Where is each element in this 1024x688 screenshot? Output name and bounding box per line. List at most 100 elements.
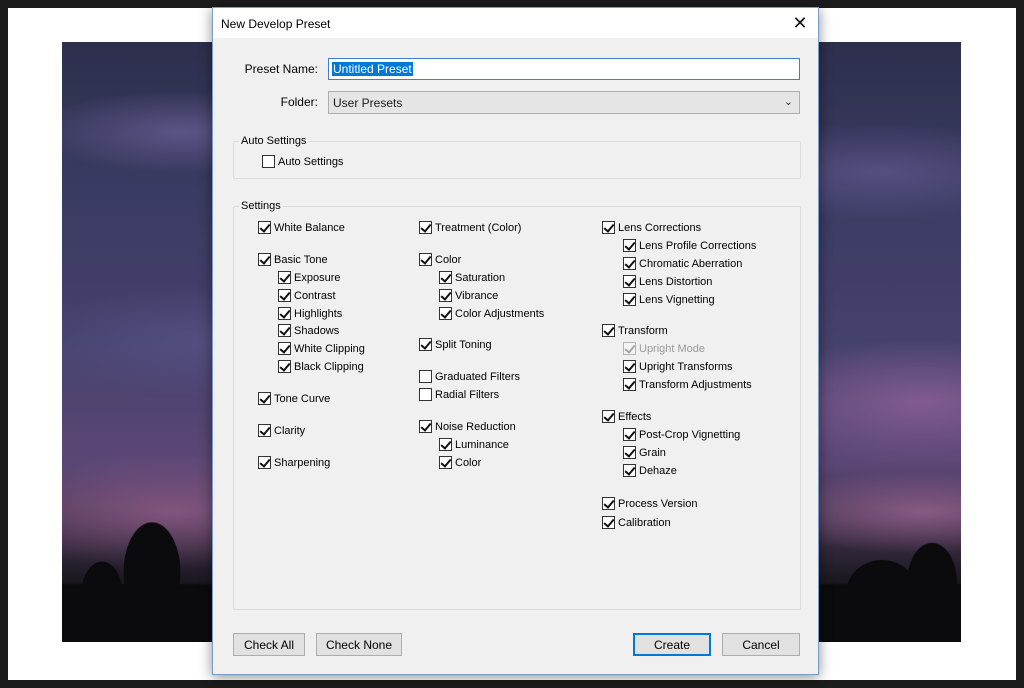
checkbox-highlights[interactable]: Highlights: [278, 307, 342, 320]
preset-name-input[interactable]: Untitled Preset: [328, 58, 800, 80]
checkbox-box: [623, 342, 636, 355]
checkbox-radial-filters[interactable]: Radial Filters: [419, 388, 499, 401]
checkbox-lens-distortion[interactable]: Lens Distortion: [623, 275, 712, 288]
checkbox-color[interactable]: Color: [439, 456, 481, 469]
folder-value: User Presets: [333, 96, 403, 110]
checkbox-noise-reduction[interactable]: Noise Reduction: [419, 420, 516, 433]
checkbox-saturation[interactable]: Saturation: [439, 271, 505, 284]
checkbox-label: White Balance: [274, 221, 345, 234]
check-none-button[interactable]: Check None: [316, 633, 402, 656]
checkbox-shadows[interactable]: Shadows: [278, 324, 339, 337]
checkbox-grain[interactable]: Grain: [623, 446, 666, 459]
checkbox-lens-vignetting[interactable]: Lens Vignetting: [623, 293, 715, 306]
checkbox-box: [602, 410, 615, 423]
checkbox-lens-profile-corrections[interactable]: Lens Profile Corrections: [623, 239, 756, 252]
checkbox-label: Luminance: [455, 438, 509, 451]
checkbox-label: Lens Vignetting: [639, 293, 715, 306]
checkbox-label: Treatment (Color): [435, 221, 522, 234]
dialog-title: New Develop Preset: [221, 17, 331, 31]
checkbox-box: [419, 420, 432, 433]
checkbox-box: [602, 516, 615, 529]
checkbox-box: [419, 338, 432, 351]
checkbox-upright-transforms[interactable]: Upright Transforms: [623, 360, 733, 373]
checkbox-box: [419, 253, 432, 266]
checkbox-box: [258, 456, 271, 469]
checkbox-box: [278, 360, 291, 373]
checkbox-tone-curve[interactable]: Tone Curve: [258, 392, 330, 405]
checkbox-label: Transform Adjustments: [639, 378, 752, 391]
checkbox-contrast[interactable]: Contrast: [278, 289, 336, 302]
title-bar: New Develop Preset ✕: [213, 8, 818, 38]
check-all-button[interactable]: Check All: [233, 633, 305, 656]
checkbox-white-balance[interactable]: White Balance: [258, 221, 345, 234]
checkbox-label: Graduated Filters: [435, 370, 520, 383]
checkbox-luminance[interactable]: Luminance: [439, 438, 509, 451]
checkbox-box: [262, 155, 275, 168]
checkbox-label: Black Clipping: [294, 360, 364, 373]
checkbox-color[interactable]: Color: [419, 253, 461, 266]
folder-select[interactable]: User Presets ⌄: [328, 91, 800, 114]
checkbox-box: [439, 289, 452, 302]
checkbox-box: [623, 257, 636, 270]
checkbox-post-crop-vignetting[interactable]: Post-Crop Vignetting: [623, 428, 740, 441]
checkbox-sharpening[interactable]: Sharpening: [258, 456, 330, 469]
checkbox-split-toning[interactable]: Split Toning: [419, 338, 492, 351]
cancel-button[interactable]: Cancel: [722, 633, 800, 656]
checkbox-lens-corrections[interactable]: Lens Corrections: [602, 221, 701, 234]
checkbox-label: Clarity: [274, 424, 306, 437]
checkbox-transform[interactable]: Transform: [602, 324, 668, 337]
checkbox-label: Color: [435, 253, 462, 266]
checkbox-label: Lens Distortion: [639, 275, 713, 288]
checkbox-box: [439, 271, 452, 284]
checkbox-box: [258, 221, 271, 234]
checkbox-label: Shadows: [294, 324, 340, 337]
chevron-down-icon: ⌄: [783, 96, 793, 108]
checkbox-label: Tone Curve: [274, 392, 331, 405]
checkbox-label: Lens Profile Corrections: [639, 239, 757, 252]
checkbox-label: Exposure: [294, 271, 341, 284]
checkbox-transform-adjustments[interactable]: Transform Adjustments: [623, 378, 752, 391]
checkbox-white-clipping[interactable]: White Clipping: [278, 342, 365, 355]
checkbox-box: [623, 378, 636, 391]
checkbox-label: Basic Tone: [274, 253, 328, 266]
checkbox-chromatic-aberration[interactable]: Chromatic Aberration: [623, 257, 742, 270]
new-develop-preset-dialog: New Develop Preset ✕ Preset Name: Untitl…: [212, 7, 819, 675]
checkbox-clarity[interactable]: Clarity: [258, 424, 305, 437]
checkbox-label: Upright Mode: [639, 342, 706, 355]
checkbox-black-clipping[interactable]: Black Clipping: [278, 360, 364, 373]
checkbox-label: Effects: [618, 410, 652, 423]
checkbox-box: [439, 307, 452, 320]
checkbox-label: Saturation: [455, 271, 506, 284]
checkbox-box: [623, 293, 636, 306]
auto-settings-label: Auto Settings: [278, 155, 344, 168]
auto-settings-checkbox[interactable]: Auto Settings: [262, 155, 343, 168]
checkbox-process-version[interactable]: Process Version: [602, 497, 697, 510]
checkbox-box: [278, 271, 291, 284]
settings-legend: Settings: [239, 200, 283, 212]
checkbox-vibrance[interactable]: Vibrance: [439, 289, 498, 302]
checkbox-effects[interactable]: Effects: [602, 410, 651, 423]
checkbox-exposure[interactable]: Exposure: [278, 271, 340, 284]
checkbox-dehaze[interactable]: Dehaze: [623, 464, 677, 477]
checkbox-box: [623, 239, 636, 252]
checkbox-box: [278, 324, 291, 337]
checkbox-label: Sharpening: [274, 456, 331, 469]
close-icon[interactable]: ✕: [786, 10, 814, 36]
checkbox-box: [278, 342, 291, 355]
checkbox-color-adjustments[interactable]: Color Adjustments: [439, 307, 544, 320]
checkbox-basic-tone[interactable]: Basic Tone: [258, 253, 328, 266]
checkbox-box: [602, 221, 615, 234]
checkbox-label: Radial Filters: [435, 388, 500, 401]
checkbox-treatment-color[interactable]: Treatment (Color): [419, 221, 521, 234]
checkbox-label: Process Version: [618, 497, 698, 510]
create-button[interactable]: Create: [633, 633, 711, 656]
checkbox-box: [623, 360, 636, 373]
checkbox-label: Upright Transforms: [639, 360, 733, 373]
checkbox-label: Highlights: [294, 307, 343, 320]
checkbox-label: Color: [455, 456, 482, 469]
checkbox-box: [419, 388, 432, 401]
checkbox-graduated-filters[interactable]: Graduated Filters: [419, 370, 520, 383]
checkbox-box: [623, 446, 636, 459]
checkbox-calibration[interactable]: Calibration: [602, 516, 671, 529]
checkbox-label: Grain: [639, 446, 666, 459]
